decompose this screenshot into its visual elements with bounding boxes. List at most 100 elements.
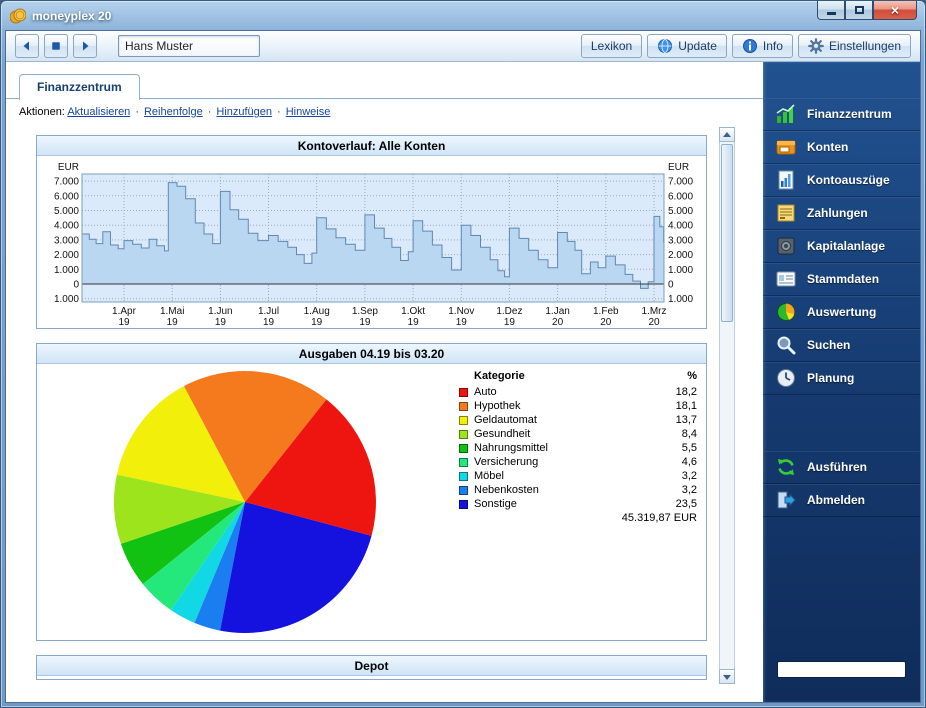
sidebar-item-stammdaten[interactable]: Stammdaten xyxy=(763,263,920,296)
svg-text:1.Sep: 1.Sep xyxy=(352,306,379,317)
triangle-down-icon xyxy=(723,675,731,684)
svg-text:20: 20 xyxy=(648,317,660,328)
legend-header: Kategorie % xyxy=(459,370,697,385)
svg-text:4.000: 4.000 xyxy=(54,221,79,232)
square-icon xyxy=(49,39,63,53)
legend-swatch xyxy=(459,458,468,467)
chart-growth-icon xyxy=(775,103,797,125)
legend-swatch xyxy=(459,388,468,397)
legend-value: 3,2 xyxy=(682,470,697,482)
sidebar-item-kontoauszuege[interactable]: Kontoauszüge xyxy=(763,164,920,197)
logout-icon xyxy=(775,489,797,511)
actions-bar: Aktionen: Aktualisieren·Reihenfolge·Hinz… xyxy=(6,99,763,125)
sidebar-item-planung[interactable]: Planung xyxy=(763,362,920,395)
sidebar-item-abmelden[interactable]: Abmelden xyxy=(763,484,920,517)
titlebar: moneyplex 20 × xyxy=(1,1,925,30)
svg-text:20: 20 xyxy=(600,317,612,328)
tab-finanzzentrum[interactable]: Finanzzentrum xyxy=(19,74,140,100)
sidebar-item-label: Kontoauszüge xyxy=(807,173,890,187)
legend-swatch xyxy=(459,486,468,495)
sidebar-item-konten[interactable]: Konten xyxy=(763,131,920,164)
einstellungen-button-label: Einstellungen xyxy=(829,39,901,53)
legend-row: Möbel3,2 xyxy=(459,469,697,483)
legend-value: 4,6 xyxy=(682,456,697,468)
info-button[interactable]: Info xyxy=(732,34,793,58)
refresh-icon xyxy=(775,456,797,478)
update-button-label: Update xyxy=(678,39,717,53)
sidebar-item-ausfuehren[interactable]: Ausführen xyxy=(763,451,920,484)
lexikon-button[interactable]: Lexikon xyxy=(581,34,642,58)
legend-row: Geldautomat13,7 xyxy=(459,413,697,427)
payment-form-icon xyxy=(775,202,797,224)
action-link-hinweise[interactable]: Hinweise xyxy=(286,106,331,118)
sidebar-item-auswertung[interactable]: Auswertung xyxy=(763,296,920,329)
line-chart: EUREUR7.0007.0006.0006.0005.0005.0004.00… xyxy=(37,156,709,329)
legend-value: 8,4 xyxy=(682,428,697,440)
svg-text:6.000: 6.000 xyxy=(54,191,79,202)
scroll-area: Kontoverlauf: Alle Konten EUREUR7.0007.0… xyxy=(6,127,717,684)
sidebar-item-finanzzentrum[interactable]: Finanzzentrum xyxy=(763,98,920,131)
minimize-button[interactable] xyxy=(817,1,845,20)
nav-back-button[interactable] xyxy=(15,34,39,58)
user-search-input[interactable] xyxy=(118,35,260,57)
sidebar-item-label: Konten xyxy=(807,140,848,154)
client-area: Lexikon Update Info xyxy=(5,30,921,703)
action-link-reihenfolge[interactable]: Reihenfolge xyxy=(144,106,203,118)
scroll-up-button[interactable] xyxy=(719,127,735,142)
vertical-scrollbar[interactable] xyxy=(719,127,735,684)
svg-text:1.Jun: 1.Jun xyxy=(208,306,232,317)
sidebar-item-label: Suchen xyxy=(807,338,850,352)
triangle-up-icon xyxy=(723,128,731,137)
magnifier-icon xyxy=(775,334,797,356)
sidebar: Finanzzentrum Konten Kontoauszüge Zahlungen… xyxy=(763,62,920,702)
svg-text:5.000: 5.000 xyxy=(54,206,79,217)
legend-value: 23,5 xyxy=(676,498,697,510)
window-controls: × xyxy=(817,1,917,20)
sidebar-item-label: Auswertung xyxy=(807,305,876,319)
coins-icon xyxy=(10,8,26,24)
scroll-down-button[interactable] xyxy=(719,669,735,684)
einstellungen-button[interactable]: Einstellungen xyxy=(798,34,911,58)
window-title: moneyplex 20 xyxy=(32,9,111,23)
dot-separator: · xyxy=(277,106,281,118)
update-button[interactable]: Update xyxy=(647,34,727,58)
sidebar-items: Finanzzentrum Konten Kontoauszüge Zahlungen… xyxy=(763,62,920,395)
action-link-aktualisieren[interactable]: Aktualisieren xyxy=(67,106,130,118)
svg-text:20: 20 xyxy=(552,317,564,328)
svg-text:1.000: 1.000 xyxy=(668,265,693,276)
legend-row: Auto18,2 xyxy=(459,385,697,399)
legend-total: 45.319,87 EUR xyxy=(459,511,697,525)
nav-home-button[interactable] xyxy=(44,34,68,58)
depot-card: Depot xyxy=(36,655,707,680)
legend-swatch xyxy=(459,416,468,425)
maximize-icon xyxy=(855,6,864,14)
sidebar-action-items: AusführenAbmelden xyxy=(763,415,920,517)
clock-icon xyxy=(775,367,797,389)
sidebar-item-label: Stammdaten xyxy=(807,272,879,286)
scrollbar-thumb[interactable] xyxy=(721,144,733,322)
svg-text:7.000: 7.000 xyxy=(54,177,79,188)
svg-text:1.Mrz: 1.Mrz xyxy=(642,306,667,317)
legend-label: Hypothek xyxy=(474,400,676,412)
sidebar-item-kapitalanlage[interactable]: Kapitalanlage xyxy=(763,230,920,263)
ausgaben-title: Ausgaben 04.19 bis 03.20 xyxy=(37,344,706,364)
svg-text:6.000: 6.000 xyxy=(668,191,693,202)
close-button[interactable]: × xyxy=(873,1,917,20)
legend-label: Nebenkosten xyxy=(474,484,682,496)
nav-forward-button[interactable] xyxy=(73,34,97,58)
sidebar-item-suchen[interactable]: Suchen xyxy=(763,329,920,362)
toolbar: Lexikon Update Info xyxy=(6,31,920,62)
svg-text:5.000: 5.000 xyxy=(668,206,693,217)
action-link-hinzufuegen[interactable]: Hinzufügen xyxy=(216,106,272,118)
sidebar-item-zahlungen[interactable]: Zahlungen xyxy=(763,197,920,230)
maximize-button[interactable] xyxy=(845,1,873,20)
svg-text:4.000: 4.000 xyxy=(668,221,693,232)
svg-text:EUR: EUR xyxy=(668,162,689,173)
kontoverlauf-title: Kontoverlauf: Alle Konten xyxy=(37,136,706,156)
content-area: Finanzzentrum Aktionen: Aktualisieren·Re… xyxy=(6,62,763,702)
svg-text:19: 19 xyxy=(456,317,468,328)
legend-value: 13,7 xyxy=(676,414,697,426)
legend-row: Sonstige23,5 xyxy=(459,497,697,511)
legend-swatch xyxy=(459,500,468,509)
svg-text:19: 19 xyxy=(215,317,227,328)
